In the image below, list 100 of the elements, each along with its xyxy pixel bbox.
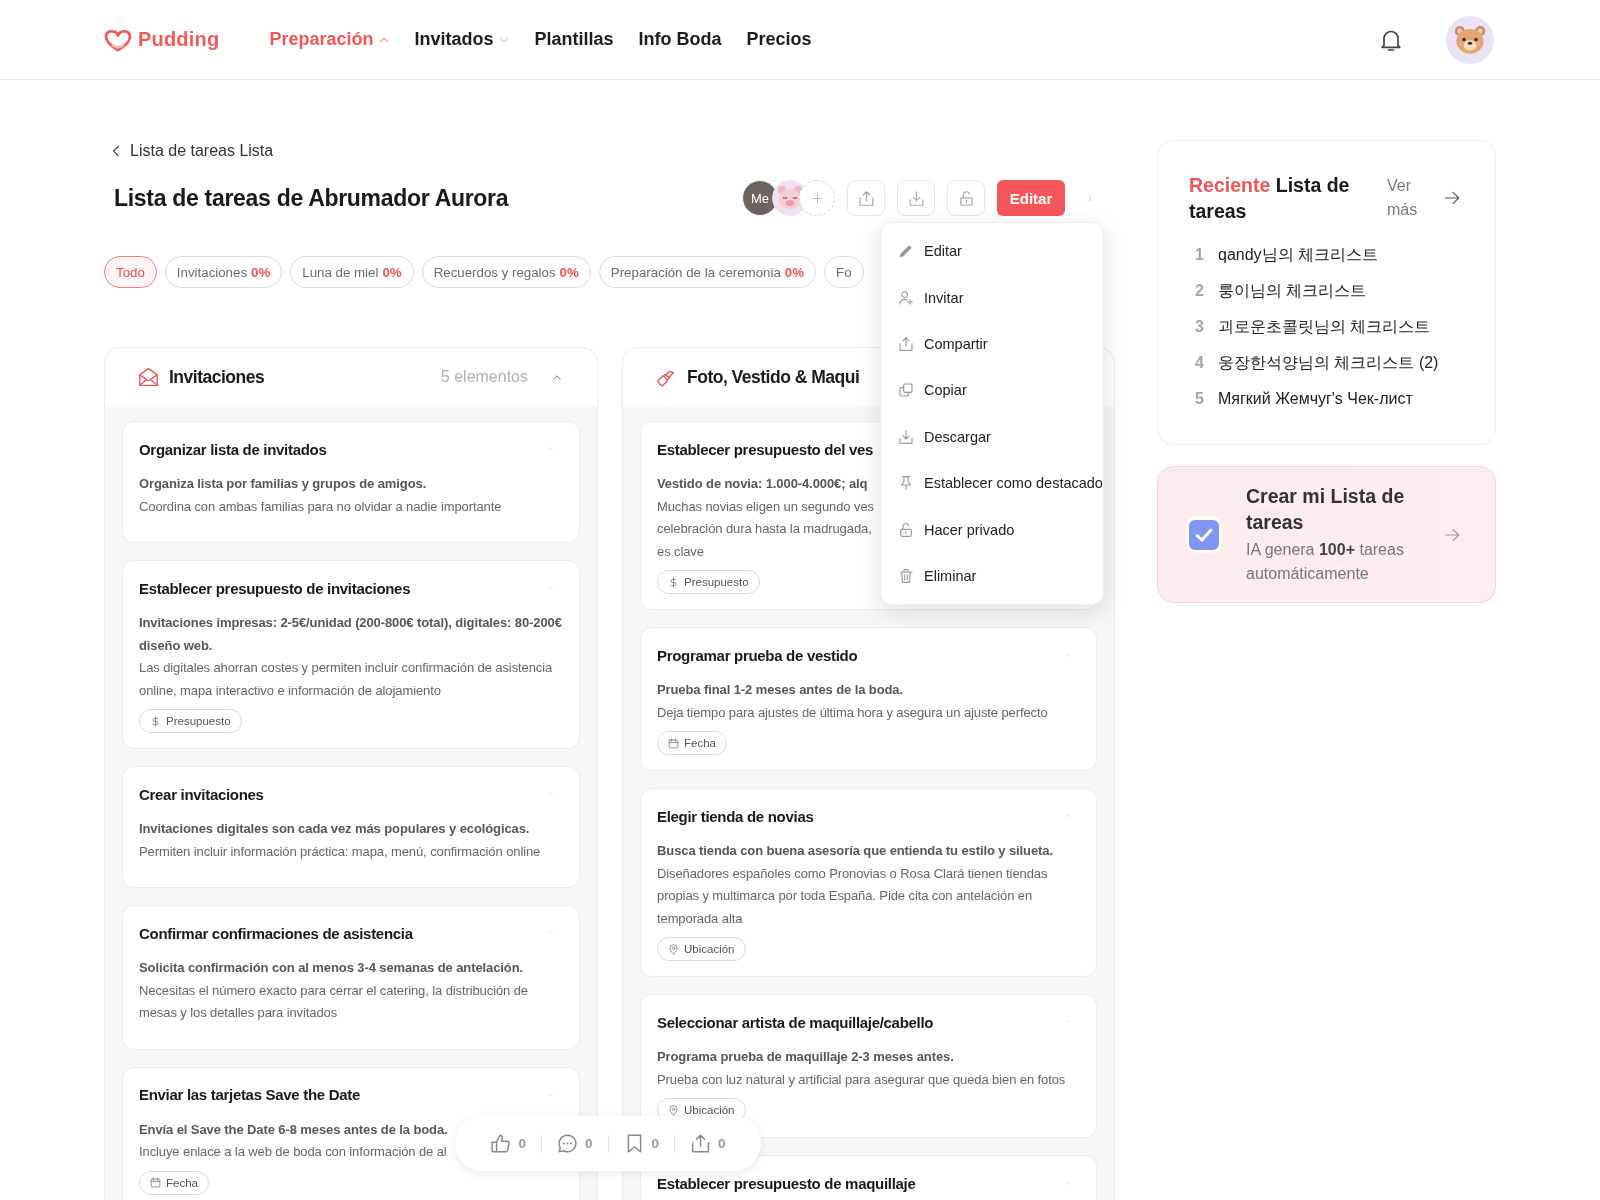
add-member-button[interactable]: [799, 180, 835, 216]
task-description: Incluye enlace a la web de boda con información de al: [139, 1143, 447, 1161]
speech-bubble-icon: [557, 1133, 578, 1154]
filter-chip[interactable]: Luna de miel 0%: [290, 256, 414, 288]
share-button[interactable]: [847, 180, 885, 216]
download-icon: [898, 428, 914, 445]
filter-chip[interactable]: Invitaciones 0%: [164, 256, 283, 288]
tag-label: Ubicación: [684, 1104, 735, 1116]
chevron-up-icon[interactable]: [550, 372, 564, 382]
task-title: Establecer presupuesto de invitaciones: [139, 579, 411, 597]
task-description: Diseñadores españoles como Pronovias o Rosa Clará tienen tiendas propias y multimarca por toda España. Pide cita con antelación en temporada alta: [657, 864, 1049, 928]
task-description: Coordina con ambas familias para no olvidar a nadie importante: [139, 497, 502, 516]
plus-icon: [811, 192, 823, 204]
share-icon: [857, 189, 875, 207]
item-count: 5 elementos: [440, 368, 528, 386]
list-number: 4: [1194, 354, 1205, 372]
download-button[interactable]: [897, 180, 935, 216]
checklist-link[interactable]: 룽이님의 체크리스트: [1218, 280, 1367, 302]
thumbs-up-icon: [490, 1133, 512, 1154]
task-title: Programar prueba de vestido: [657, 646, 858, 664]
back-link[interactable]: Lista de tareas Lista: [110, 140, 274, 162]
nav-item[interactable]: Invitados: [414, 29, 510, 50]
recent-title: Reciente Lista de tareas: [1189, 173, 1351, 224]
task-summary: Programa prueba de maquillaje 2-3 meses antes.: [657, 1048, 954, 1066]
list-number: 2: [1194, 282, 1205, 300]
pencil-icon: [898, 243, 914, 260]
calendar-icon: [150, 1177, 161, 1188]
task-title: Crear invitaciones: [139, 785, 264, 803]
nav-item[interactable]: Precios: [746, 29, 812, 50]
pin-icon: [898, 475, 914, 492]
menu-item[interactable]: Hacer privado: [881, 506, 1103, 553]
menu-item[interactable]: Eliminar: [881, 552, 1103, 600]
checklist-link[interactable]: 웅장한석양님의 체크리스트 (2): [1218, 352, 1439, 374]
tag-label: Fecha: [166, 1176, 198, 1189]
page-title: Lista de tareas de Abrumador Aurora: [113, 184, 509, 212]
tag-label: Presupuesto: [166, 715, 231, 727]
panel-title: Invitaciones: [169, 366, 265, 388]
see-more-link[interactable]: Ver más: [1387, 174, 1429, 222]
bear-face-icon: [1453, 24, 1487, 55]
tag-label: Presupuesto: [684, 576, 749, 588]
list-number: 1: [1194, 246, 1205, 264]
task-description: Necesitas el número exacto para cerrar el catering, la distribución de mesas y los detalles para invitados: [139, 981, 529, 1022]
share-icon: [898, 335, 914, 352]
task-summary: Prueba final 1-2 meses antes de la boda.: [657, 681, 903, 699]
checklist-link[interactable]: qandy님의 체크리스트: [1218, 244, 1379, 266]
menu-item[interactable]: Establecer como destacado: [881, 459, 1103, 507]
task-description: Muchas novias eligen un segundo ves: [657, 497, 874, 516]
tag-label: Ubicación: [684, 943, 735, 955]
filter-chip[interactable]: Fo: [824, 256, 864, 288]
task-summary: Vestido de novia: 1.000-4.000€; alq: [657, 475, 868, 493]
task-title: Establecer presupuesto del ves: [657, 440, 874, 458]
task-description: Permiten incluir información práctica: mapa, menú, confirmación online: [139, 842, 541, 861]
task-title: Confirmar confirmaciones de asistencia: [139, 924, 413, 942]
dollar-icon: [668, 576, 679, 588]
location-pin-icon: [668, 1104, 679, 1116]
task-summary: Organiza lista por familias y grupos de amigos.: [139, 475, 427, 493]
padlock-icon: [898, 521, 914, 538]
location-pin-icon: [668, 943, 679, 955]
calendar-icon: [668, 737, 679, 749]
trash-icon: [898, 567, 914, 584]
task-description: es clave: [657, 542, 704, 561]
task-description: Las digitales ahorran costes y permiten incluir confirmación de asistencia online, mapa interactivo e información de alojamiento: [139, 659, 554, 700]
padlock-icon: [957, 189, 975, 207]
checklist-link[interactable]: Мягкий Жемчуг's Чек-лист: [1218, 390, 1413, 408]
menu-item[interactable]: Copiar: [881, 367, 1103, 414]
copy-icon: [898, 382, 914, 399]
task-title: Establecer presupuesto de maquillaje: [657, 1174, 916, 1192]
checklist-link[interactable]: 괴로운초콜릿님의 체크리스트: [1218, 316, 1431, 338]
promo-text: IA genera 100+ tareas automáticamente: [1246, 540, 1405, 584]
task-summary: Envía el Save the Date 6-8 meses antes de la boda.: [139, 1120, 448, 1139]
panel-title: Foto, Vestido & Maqui: [687, 366, 860, 388]
menu-item[interactable]: Invitar: [881, 274, 1103, 321]
download-icon: [907, 189, 925, 207]
menu-item[interactable]: Editar: [881, 228, 1103, 275]
task-summary: Busca tienda con buena asesoría que entienda tu estilo y silueta.: [657, 842, 1053, 860]
filter-chip[interactable]: Recuerdos y regalos 0%: [421, 256, 591, 288]
promo-title: Crear mi Lista de tareas: [1246, 484, 1406, 535]
task-summary: Solicita confirmación con al menos 3-4 semanas de antelación.: [139, 959, 524, 977]
heart-logo-icon[interactable]: [104, 27, 132, 52]
arrow-right-icon[interactable]: [1443, 190, 1461, 206]
promo-card[interactable]: Crear mi Lista de tareas IA genera 100+ tareas automáticamente: [1157, 466, 1496, 603]
task-title: Organizar lista de invitados: [139, 440, 327, 458]
menu-item[interactable]: Compartir: [881, 320, 1103, 368]
list-number: 5: [1194, 390, 1205, 408]
menu-item[interactable]: Descargar: [881, 413, 1103, 460]
task-summary: Invitaciones impresas: 2-5€/unidad (200-800€ total), digitales: 80-200€ diseño web.: [139, 614, 563, 655]
avatar-button[interactable]: [1446, 15, 1494, 64]
filter-chip[interactable]: Preparación de la ceremonia 0%: [598, 256, 817, 288]
dollar-icon: [150, 715, 161, 727]
nav-item[interactable]: Info Boda: [638, 29, 722, 50]
task-description: Prueba con luz natural y artificial para asegurar que queda bien en fotos: [657, 1070, 1066, 1089]
task-title: Seleccionar artista de maquillaje/cabello: [657, 1013, 934, 1031]
tag-label: Fecha: [684, 737, 716, 749]
checkbox-icon: [1186, 516, 1222, 553]
envelope-icon: [138, 367, 159, 387]
task-description: Deja tiempo para ajustes de última hora y asegura un ajuste perfecto: [657, 703, 1048, 722]
nav-item[interactable]: Plantillas: [534, 29, 614, 50]
task-description: celebración dura hasta la madrugada,: [657, 520, 872, 538]
lock-button[interactable]: [947, 180, 985, 216]
filter-chip[interactable]: Todo: [104, 256, 157, 288]
